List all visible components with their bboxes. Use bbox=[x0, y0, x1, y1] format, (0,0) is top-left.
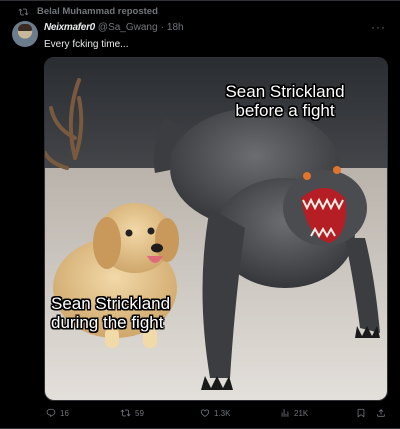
reply-count: 16 bbox=[60, 408, 69, 418]
tweet-header: Neixmafer0 @Sa_Gwang · 18h bbox=[44, 22, 184, 33]
user-handle[interactable]: @Sa_Gwang bbox=[98, 22, 158, 33]
tweet-text: Every fcking time... bbox=[44, 39, 129, 50]
tweet[interactable]: Belal Muhammad reposted Neixmafer0 @Sa_G… bbox=[0, 0, 400, 429]
timestamp[interactable]: 18h bbox=[167, 22, 184, 33]
views-icon bbox=[281, 409, 289, 417]
repost-icon bbox=[18, 8, 29, 15]
bookmark-button[interactable] bbox=[356, 408, 370, 418]
views-button[interactable]: 21K bbox=[280, 408, 308, 418]
reply-icon bbox=[46, 408, 56, 418]
avatar[interactable] bbox=[12, 21, 38, 47]
repost-action-icon bbox=[120, 409, 131, 417]
tweet-image[interactable]: Sean Strickland before a fight Sean Stri… bbox=[44, 57, 388, 401]
share-button[interactable] bbox=[376, 408, 390, 418]
repost-count: 59 bbox=[135, 408, 144, 418]
like-count: 1.3K bbox=[214, 408, 231, 418]
caption-bottom: Sean Strickland during the fight bbox=[51, 294, 211, 332]
repost-label[interactable]: Belal Muhammad reposted bbox=[37, 6, 158, 17]
separator-dot: · bbox=[160, 22, 164, 33]
share-icon bbox=[377, 409, 385, 417]
bookmark-icon bbox=[357, 408, 365, 418]
caption-top-line2: before a fight bbox=[235, 101, 335, 120]
caption-top: Sean Strickland before a fight bbox=[195, 82, 375, 120]
caption-bottom-line2: during the fight bbox=[51, 313, 164, 332]
caption-bottom-line1: Sean Strickland bbox=[51, 294, 171, 313]
like-button[interactable]: 1.3K bbox=[200, 408, 230, 418]
more-icon[interactable]: ··· bbox=[371, 20, 386, 34]
action-bar: 16 59 1.3K 21K bbox=[44, 408, 394, 424]
display-name[interactable]: Neixmafer0 bbox=[44, 22, 95, 33]
repost-context: Belal Muhammad reposted bbox=[18, 6, 158, 17]
views-count: 21K bbox=[294, 408, 309, 418]
reply-button[interactable]: 16 bbox=[46, 408, 69, 418]
repost-button[interactable]: 59 bbox=[120, 408, 144, 418]
heart-icon bbox=[200, 409, 210, 417]
caption-top-line1: Sean Strickland bbox=[225, 82, 345, 101]
